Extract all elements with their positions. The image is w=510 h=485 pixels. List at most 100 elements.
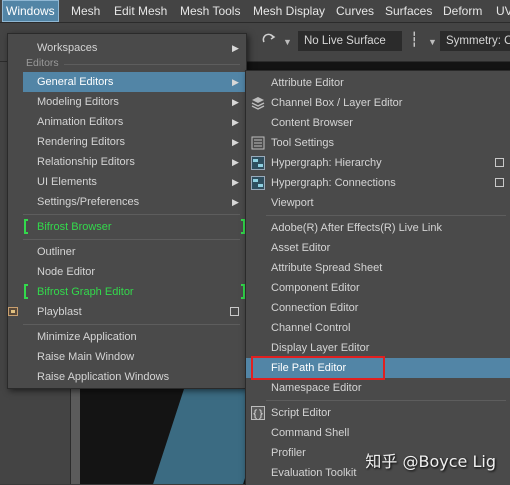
menu-item-label: Animation Editors [37,116,124,128]
menu-item-display-layer-editor[interactable]: Display Layer Editor [246,338,510,358]
menu-item-connection-editor[interactable]: Connection Editor [246,298,510,318]
main-menubar: Windows Mesh Edit Mesh Mesh Tools Mesh D… [0,0,510,23]
menu-item-playblast[interactable]: Playblast [8,302,246,322]
menu-item-label: Channel Box / Layer Editor [271,97,403,109]
separator [266,215,506,216]
menu-item-label: Minimize Application [37,331,137,343]
menu-item-after-effects-live-link[interactable]: Adobe(R) After Effects(R) Live Link [246,218,510,238]
menu-item-label: Bifrost Graph Editor [37,286,134,298]
general-editors-submenu: Attribute Editor Channel Box / Layer Edi… [245,70,510,485]
menu-mesh-tools[interactable]: Mesh Tools [177,0,243,22]
menu-edit-mesh[interactable]: Edit Mesh [111,0,170,22]
menu-mesh[interactable]: Mesh [68,0,103,22]
watermark-text: 知乎 @Boyce Lig [365,452,496,471]
menu-item-general-editors[interactable]: General Editors ▶ [23,72,246,92]
windows-menu: Workspaces ▶ Editors General Editors ▶ M… [7,33,247,389]
section-editors-label: Editors [26,57,59,69]
menu-item-relationship-editors[interactable]: Relationship Editors ▶ [8,152,246,172]
menu-item-settings-preferences[interactable]: Settings/Preferences ▶ [8,192,246,212]
menu-item-label: Attribute Spread Sheet [271,262,383,274]
menu-item-label: Bifrost Browser [37,221,112,233]
chevron-right-icon: ▶ [232,43,239,53]
menu-item-channel-control[interactable]: Channel Control [246,318,510,338]
menu-item-attribute-spread-sheet[interactable]: Attribute Spread Sheet [246,258,510,278]
menu-item-label: Hypergraph: Connections [271,177,396,189]
menu-item-label: Workspaces [37,42,98,54]
menu-uv[interactable]: UV [493,0,510,22]
menu-item-label: Profiler [271,447,306,459]
menu-curves[interactable]: Curves [333,0,377,22]
live-surface-field[interactable]: No Live Surface [298,31,402,51]
menu-item-attribute-editor[interactable]: Attribute Editor [246,73,510,93]
chevron-right-icon: ▶ [232,157,239,167]
menu-item-label: Content Browser [271,117,353,129]
separator-icon: ┆ [410,31,419,47]
menu-item-label: Command Shell [271,427,350,439]
menu-mesh-display[interactable]: Mesh Display [250,0,328,22]
menu-item-component-editor[interactable]: Component Editor [246,278,510,298]
option-box-icon[interactable] [495,158,504,167]
chevron-down-icon[interactable]: ▼ [283,37,292,47]
separator [64,64,240,65]
option-box-icon[interactable] [230,307,239,316]
chevron-right-icon: ▶ [232,197,239,207]
chevron-down-icon[interactable]: ▼ [428,37,437,47]
rotate-snap-icon[interactable] [262,33,276,47]
script-editor-icon: {} [251,406,265,420]
menu-item-label: Connection Editor [271,302,359,314]
hypergraph-icon [251,176,265,190]
bifrost-bracket-left-icon [24,219,28,234]
chevron-right-icon: ▶ [232,117,239,127]
menu-item-label: Modeling Editors [37,96,119,108]
menu-item-label: Rendering Editors [37,136,126,148]
menu-item-label: Tool Settings [271,137,334,149]
annotation-highlight-box [251,356,385,380]
chevron-right-icon: ▶ [232,137,239,147]
menu-item-asset-editor[interactable]: Asset Editor [246,238,510,258]
hypergraph-icon [251,156,265,170]
bifrost-bracket-left-icon [24,284,28,299]
menu-item-content-browser[interactable]: Content Browser [246,113,510,133]
menu-item-viewport[interactable]: Viewport [246,193,510,213]
menu-item-label: Playblast [37,306,82,318]
menu-item-label: Adobe(R) After Effects(R) Live Link [271,222,442,234]
separator [23,324,240,325]
menu-item-node-editor[interactable]: Node Editor [8,262,246,282]
menu-item-label: Relationship Editors [37,156,135,168]
menu-item-channel-box[interactable]: Channel Box / Layer Editor [246,93,510,113]
channel-box-icon [251,97,265,110]
menu-item-tool-settings[interactable]: Tool Settings [246,133,510,153]
menu-surfaces[interactable]: Surfaces [382,0,435,22]
menu-item-minimize-application[interactable]: Minimize Application [8,327,246,347]
menu-item-raise-application-windows[interactable]: Raise Application Windows [8,367,246,387]
menu-item-label: Namespace Editor [271,382,362,394]
chevron-right-icon: ▶ [232,97,239,107]
menu-item-label: Evaluation Toolkit [271,467,357,479]
chevron-right-icon: ▶ [232,77,239,87]
option-box-icon[interactable] [495,178,504,187]
menu-item-rendering-editors[interactable]: Rendering Editors ▶ [8,132,246,152]
menu-item-label: Asset Editor [271,242,331,254]
menu-item-animation-editors[interactable]: Animation Editors ▶ [8,112,246,132]
menu-item-outliner[interactable]: Outliner [8,242,246,262]
playblast-icon [8,307,18,316]
menu-item-raise-main-window[interactable]: Raise Main Window [8,347,246,367]
menu-item-hypergraph-connections[interactable]: Hypergraph: Connections [246,173,510,193]
menu-deform[interactable]: Deform [440,0,485,22]
menu-item-label: General Editors [37,76,114,88]
menu-windows[interactable]: Windows [2,0,59,22]
menu-item-label: Raise Main Window [37,351,135,363]
menu-item-command-shell[interactable]: Command Shell [246,423,510,443]
menu-item-ui-elements[interactable]: UI Elements ▶ [8,172,246,192]
menu-item-hypergraph-hierarchy[interactable]: Hypergraph: Hierarchy [246,153,510,173]
menu-item-workspaces[interactable]: Workspaces ▶ [8,38,246,58]
menu-item-modeling-editors[interactable]: Modeling Editors ▶ [8,92,246,112]
symmetry-field[interactable]: Symmetry: Of [440,31,510,51]
menu-item-bifrost-graph-editor[interactable]: Bifrost Graph Editor [8,282,246,302]
menu-item-label: Channel Control [271,322,351,334]
menu-item-label: Settings/Preferences [37,196,140,208]
menu-item-namespace-editor[interactable]: Namespace Editor [246,378,510,398]
separator [266,400,506,401]
menu-item-bifrost-browser[interactable]: Bifrost Browser [8,217,246,237]
menu-item-script-editor[interactable]: {} Script Editor [246,403,510,423]
